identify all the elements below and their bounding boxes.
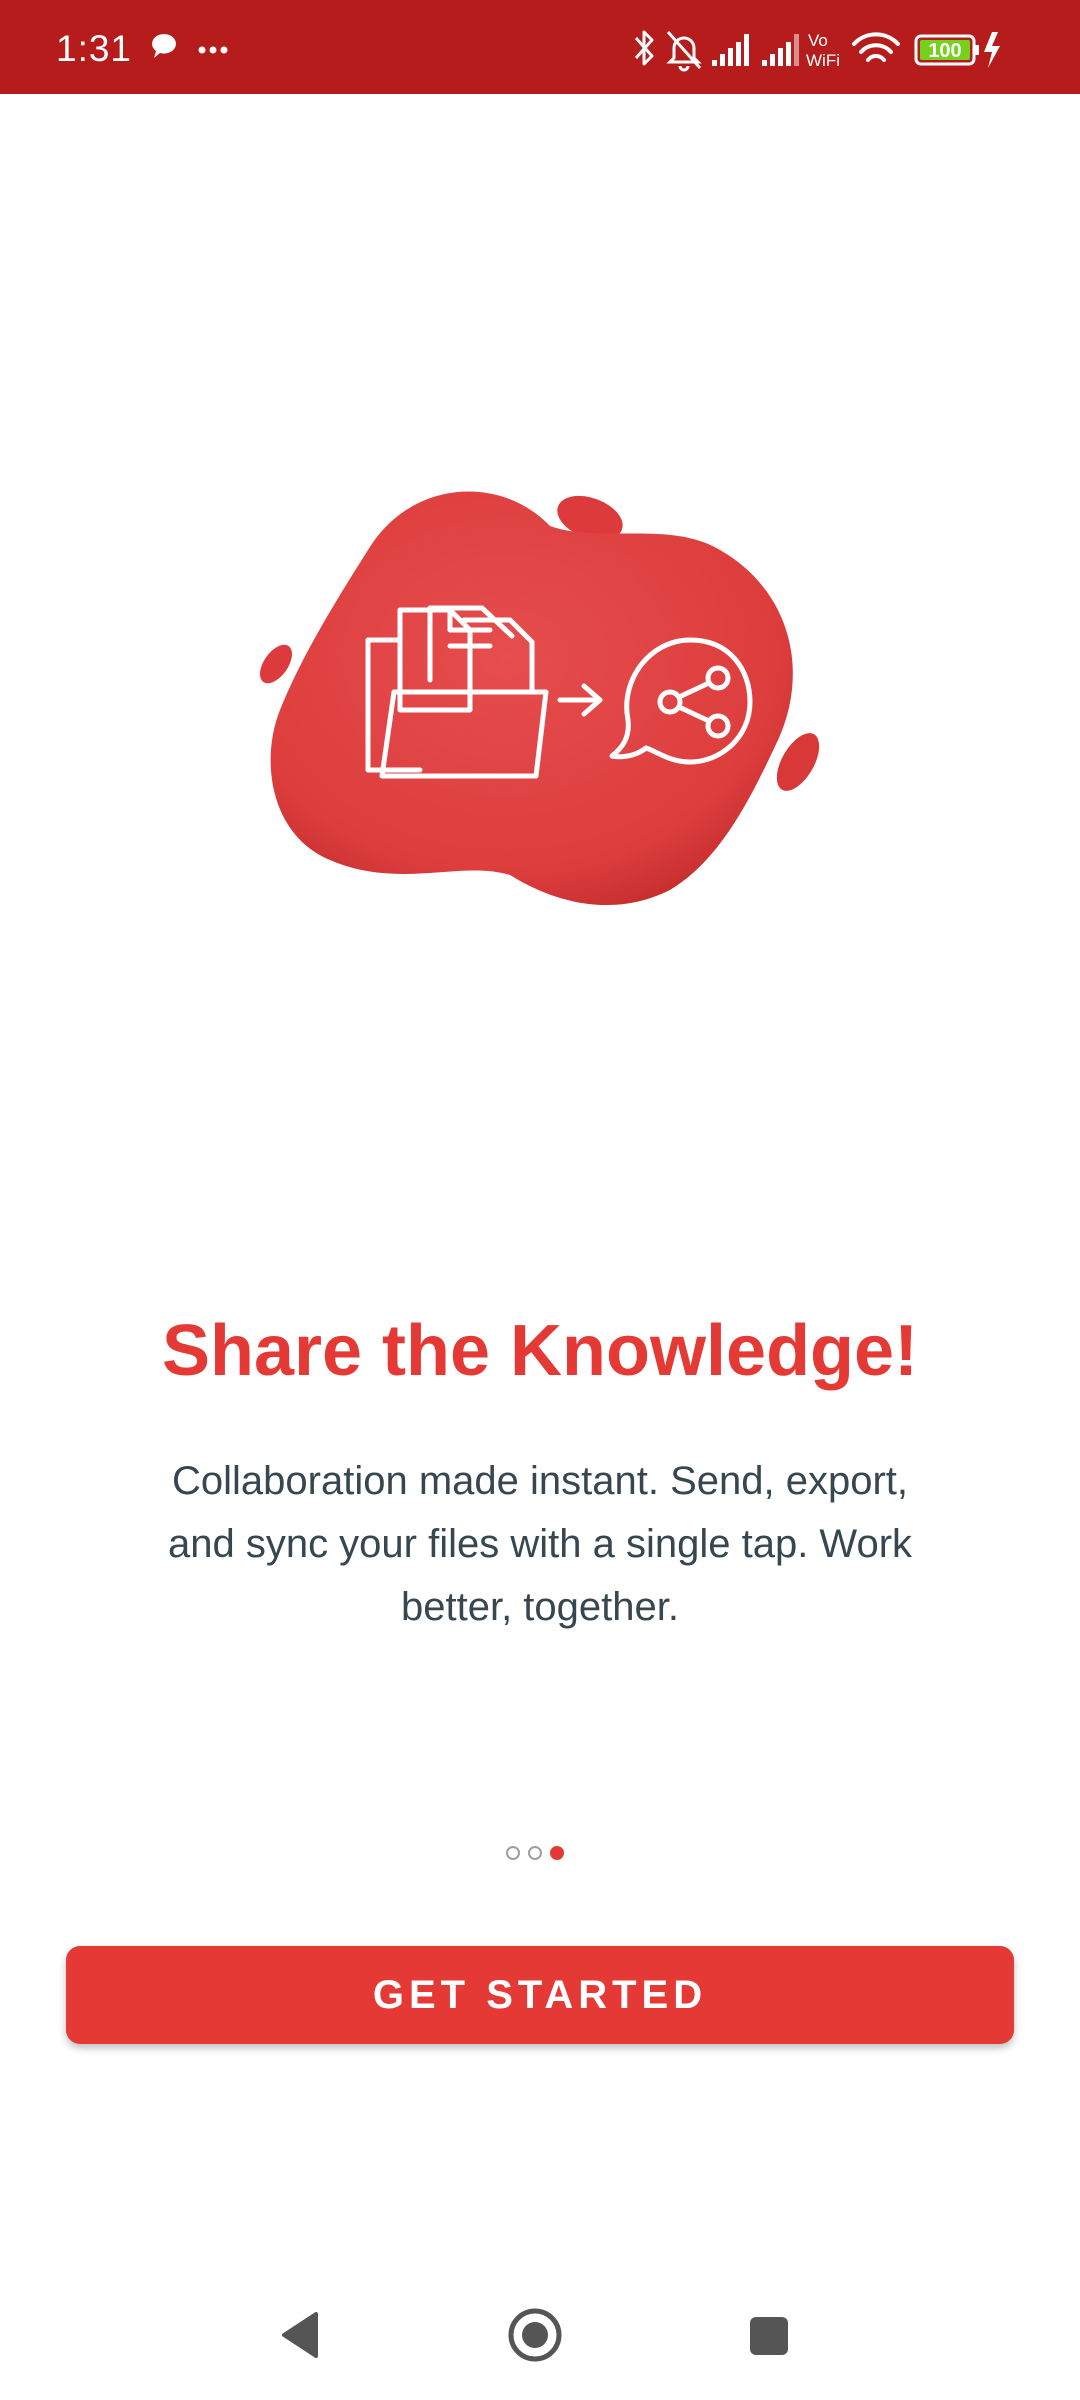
svg-text:WiFi: WiFi (806, 51, 840, 70)
signal-icon (762, 34, 799, 66)
home-button[interactable] (500, 2300, 570, 2370)
status-time: 1:31 (56, 28, 133, 69)
system-icons: Vo WiFi 100 (628, 24, 1058, 72)
svg-text:100: 100 (928, 40, 961, 62)
charging-icon (984, 32, 1000, 68)
recents-button[interactable] (733, 2300, 803, 2370)
home-icon (508, 2308, 562, 2362)
svg-text:Vo: Vo (808, 31, 828, 50)
back-button[interactable] (265, 2300, 335, 2370)
chat-bubble-icon (152, 34, 176, 58)
more-dots-icon (198, 46, 228, 54)
folder-share-icon (250, 480, 830, 920)
page-dot-active (550, 1846, 564, 1860)
page-dot (528, 1846, 542, 1860)
signal-icon (712, 34, 749, 66)
notification-icons (148, 30, 238, 70)
back-icon (282, 2312, 318, 2358)
page-indicator (506, 1846, 564, 1860)
page-dot (506, 1846, 520, 1860)
vowifi-icon: Vo WiFi (806, 31, 840, 70)
page-description: Collaboration made instant. Send, export… (167, 1459, 913, 1629)
get-started-button[interactable]: GET STARTED (66, 1946, 1014, 2044)
battery-icon: 100 (914, 34, 979, 66)
page-title: Share the Knowledge! (161, 1311, 919, 1391)
system-nav-bar (0, 2280, 1080, 2380)
wifi-icon (852, 32, 900, 62)
status-bar: 1:31 Vo WiFi 100 (0, 0, 1080, 94)
bell-off-icon (666, 31, 702, 72)
bluetooth-icon (634, 30, 654, 66)
recents-icon (750, 2317, 788, 2355)
